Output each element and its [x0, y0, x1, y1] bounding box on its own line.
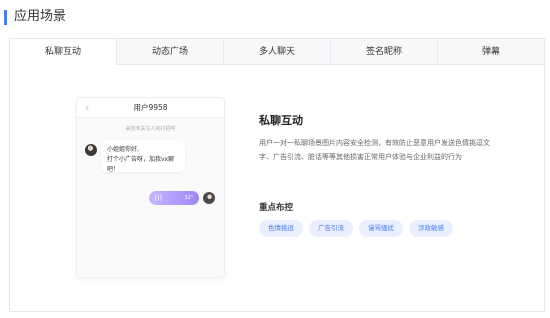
receiver-avatar: [203, 192, 215, 204]
tag-ad-drainage: 广告引流: [309, 220, 353, 237]
tab-signature-nickname[interactable]: 签名昵称: [330, 39, 437, 65]
scenario-detail: 私聊互动 用户一对一私聊场景图片内容安全检测，有效防止恶意用户发送色情挑逗文字、…: [259, 113, 499, 237]
chat-hint: 来自未关注人的打招呼: [125, 126, 176, 132]
tab-group-chat[interactable]: 多人聊天: [223, 39, 330, 65]
tab-danmaku[interactable]: 弹幕: [437, 39, 544, 65]
section-title: 应用场景: [14, 9, 67, 24]
tab-private-chat[interactable]: 私聊互动: [10, 39, 116, 66]
voice-wave-icon: ))): [154, 194, 163, 202]
control-tags: 色情挑逗 广告引流 谩骂骚扰 涉政敏感: [259, 220, 453, 237]
tag-porn-tease: 色情挑逗: [259, 220, 303, 237]
controls-title: 重点布控: [259, 203, 294, 213]
section-accent-bar: [4, 10, 7, 25]
message-line-1: 小姐姐你好,: [107, 146, 139, 153]
voice-length: 32": [184, 195, 193, 201]
message-line-2: 打个小广告呀，加我vx聊吧！: [107, 156, 175, 173]
phone-header: ‹ 用户9958: [77, 98, 224, 118]
section-header: 应用场景: [0, 0, 550, 33]
detail-title: 私聊互动: [259, 114, 303, 127]
scenario-panel: 私聊互动 动态广场 多人聊天 签名昵称 弹幕 ‹ 用户9958 来自未关注人的打…: [9, 38, 545, 312]
scenario-tabs: 私聊互动 动态广场 多人聊天 签名昵称 弹幕: [10, 39, 544, 66]
phone-mockup: ‹ 用户9958 来自未关注人的打招呼 小姐姐你好, 打个小广告呀，加我vx聊吧…: [76, 97, 225, 278]
chat-user-name: 用户9958: [133, 103, 168, 112]
sender-avatar: [85, 144, 97, 156]
tab-moments-square[interactable]: 动态广场: [116, 39, 223, 65]
tag-political-sensitive: 涉政敏感: [409, 220, 453, 237]
detail-description: 用户一对一私聊场景图片内容安全检测，有效防止恶意用户发送色情挑逗文字、广告引流、…: [259, 139, 490, 161]
tag-abuse-harassment: 谩骂骚扰: [359, 220, 403, 237]
voice-message: ))) 32": [149, 191, 199, 205]
incoming-message: 小姐姐你好, 打个小广告呀，加我vx聊吧！: [101, 140, 185, 173]
